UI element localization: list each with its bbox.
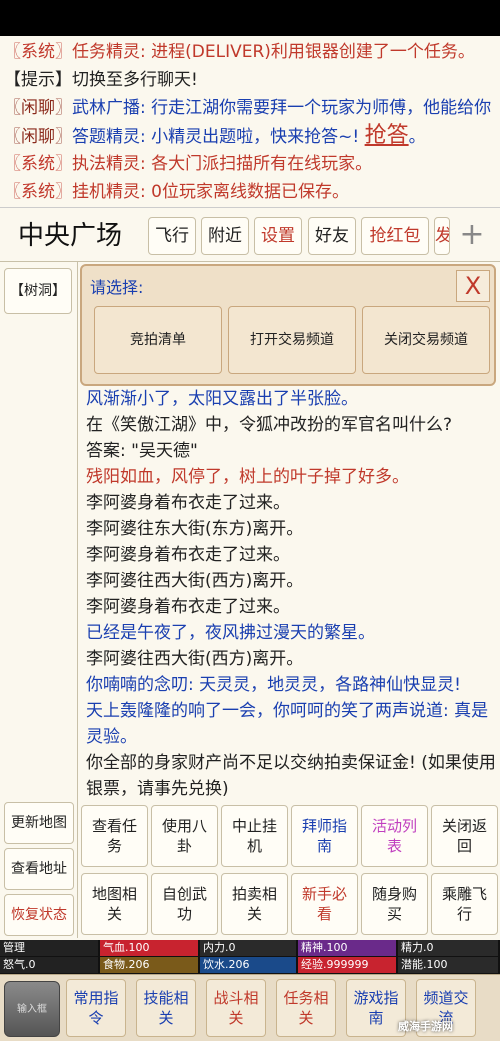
log-line: 你全部的身家财产尚不足以交纳拍卖保证金! (如果使用银票，请事先兑换) — [86, 753, 496, 799]
chat-text: 小精灵出题啦，快来抢答~! — [151, 127, 365, 147]
log-line: 李阿婆身着布衣走了过来。 — [86, 493, 290, 513]
top-button-5[interactable]: 发 — [434, 217, 450, 255]
top-button-0[interactable]: 飞行 — [148, 217, 196, 255]
chat-line: 〖系统〗执法精灵: 各大门派扫描所有在线玩家。 — [4, 150, 500, 178]
chat-text-end: 。 — [408, 127, 426, 147]
log-line: 天上轰隆隆的响了一会，你呵呵的笑了两声说道: 真是灵验。 — [86, 701, 489, 747]
nav-button-2[interactable]: 战斗相关 — [206, 979, 266, 1037]
top-button-1[interactable]: 附近 — [201, 217, 249, 255]
answer-link[interactable]: 抢答 — [365, 123, 409, 148]
chat-channel: 〖系统〗 — [4, 182, 72, 202]
log-line: 李阿婆身着布衣走了过来。 — [86, 597, 290, 617]
chat-line: 〖系统〗任务精灵: 进程(DELIVER)利用银器创建了一个任务。 — [4, 38, 500, 66]
chat-text: 进程(DELIVER)利用银器创建了一个任务。 — [151, 42, 475, 62]
command-grid: 查看任务 使用八卦 中止挂机 拜师指南 活动列表 关闭返回地图相关 自创武功 拍卖相关 新手必看… — [78, 803, 500, 937]
side-button-2[interactable]: 恢复状态 — [4, 894, 74, 936]
chat-sender: 任务精灵: — [72, 42, 152, 62]
popup-option-0[interactable]: 竞拍清单 — [94, 306, 222, 374]
stat-2: 内力.0 — [200, 940, 296, 956]
chat-text: 行走江湖你需要拜一个玩家为师傅，他能给你 — [151, 98, 492, 118]
left-column: 【树洞】 更新地图 查看地址 恢复状态 — [0, 262, 78, 938]
command-button-5[interactable]: 关闭返回 — [431, 805, 498, 867]
log-line: 已经是午夜了，夜风拂过漫天的繁星。 — [86, 623, 375, 643]
chat-text: 0位玩家离线数据已保存。 — [151, 182, 349, 202]
stats-bar: 管理 气血.100 内力.0 精神.100 精力.0 怒气.0 食物.206 饮水.206 经验… — [0, 940, 500, 974]
stat-8: 经验.999999 — [298, 957, 396, 973]
stat-4: 精力.0 — [398, 940, 498, 956]
top-button-4[interactable]: 抢红包 — [361, 217, 429, 255]
chat-line: 〖闲聊〗武林广播: 行走江湖你需要拜一个玩家为师傅，他能给你 — [4, 94, 500, 122]
command-button-8[interactable]: 拍卖相关 — [221, 873, 288, 935]
side-button-1[interactable]: 查看地址 — [4, 848, 74, 890]
command-button-9[interactable]: 新手必看 — [291, 873, 358, 935]
nav-button-3[interactable]: 任务相关 — [276, 979, 336, 1037]
watermark-logo: 威海手游网 — [398, 1020, 453, 1033]
stat-0: 管理 — [0, 940, 98, 956]
log-line: 答案: "吴天德" — [86, 441, 198, 461]
stat-3: 精神.100 — [298, 940, 396, 956]
log-line: 李阿婆往东大街(东方)离开。 — [86, 519, 304, 539]
log-line: 李阿婆往西大街(西方)离开。 — [86, 571, 304, 591]
chat-sender: 答题精灵: — [72, 127, 152, 147]
input-toggle-button[interactable]: 输入框 — [4, 981, 60, 1037]
message-log: 风渐渐小了，太阳又露出了半张脸。在《笑傲江湖》中，令狐冲改扮的军官名叫什么? 答案… — [86, 386, 496, 802]
close-icon[interactable]: X — [456, 270, 490, 302]
command-button-1[interactable]: 使用八卦 — [151, 805, 218, 867]
stat-5: 怒气.0 — [0, 957, 98, 973]
nav-button-0[interactable]: 常用指令 — [66, 979, 126, 1037]
log-line: 李阿婆身着布衣走了过来。 — [86, 545, 290, 565]
chat-sender: 执法精灵: — [72, 154, 152, 174]
chat-line: 【提示】切换至多行聊天! — [4, 66, 500, 94]
chat-channel: 〖系统〗 — [4, 42, 72, 62]
chat-text: 切换至多行聊天! — [72, 70, 198, 90]
select-popup: 请选择: X 竞拍清单 打开交易频道 关闭交易频道 — [80, 264, 496, 386]
chat-channel: 【提示】 — [4, 70, 72, 90]
command-button-4[interactable]: 活动列表 — [361, 805, 428, 867]
popup-title: 请选择: — [90, 278, 144, 297]
log-line: 李阿婆往西大街(西方)离开。 — [86, 649, 304, 669]
command-button-7[interactable]: 自创武功 — [151, 873, 218, 935]
command-button-0[interactable]: 查看任务 — [81, 805, 148, 867]
log-line: 你喃喃的念叨: 天灵灵，地灵灵，各路神仙快显灵! — [86, 675, 461, 695]
chat-line: 〖系统〗挂机精灵: 0位玩家离线数据已保存。 — [4, 178, 500, 206]
chat-channel: 〖闲聊〗 — [4, 98, 72, 118]
chat-sender: 挂机精灵: — [72, 182, 152, 202]
top-button-3[interactable]: 好友 — [308, 217, 356, 255]
command-button-10[interactable]: 随身购买 — [361, 873, 428, 935]
chat-line: 〖闲聊〗答题精灵: 小精灵出题啦，快来抢答~! 抢答。 — [4, 122, 500, 150]
log-line: 风渐渐小了，太阳又露出了半张脸。 — [86, 389, 358, 409]
plus-icon[interactable]: + — [452, 217, 492, 255]
log-line: 在《笑傲江湖》中，令狐冲改扮的军官名叫什么? — [86, 415, 453, 435]
popup-option-2[interactable]: 关闭交易频道 — [362, 306, 490, 374]
stat-1: 气血.100 — [100, 940, 198, 956]
location-bar: 中央广场 飞行附近设置好友抢红包发 + — [0, 210, 500, 262]
log-line: 残阳如血，风停了，树上的叶子掉了好多。 — [86, 467, 409, 487]
stat-9: 潜能.100 — [398, 957, 498, 973]
tree-hole-button[interactable]: 【树洞】 — [4, 268, 72, 314]
popup-option-1[interactable]: 打开交易频道 — [228, 306, 356, 374]
chat-sender: 武林广播: — [72, 98, 152, 118]
location-title: 中央广场 — [18, 221, 123, 251]
top-button-2[interactable]: 设置 — [254, 217, 302, 255]
command-button-11[interactable]: 乘雕飞行 — [431, 873, 498, 935]
nav-button-4[interactable]: 游戏指南 — [346, 979, 406, 1037]
chat-panel: 〖系统〗任务精灵: 进程(DELIVER)利用银器创建了一个任务。 【提示】切换至… — [0, 38, 500, 208]
chat-text: 各大门派扫描所有在线玩家。 — [151, 154, 373, 174]
chat-channel: 〖闲聊〗 — [4, 127, 72, 147]
nav-button-1[interactable]: 技能相关 — [136, 979, 196, 1037]
command-button-6[interactable]: 地图相关 — [81, 873, 148, 935]
command-button-2[interactable]: 中止挂机 — [221, 805, 288, 867]
side-button-0[interactable]: 更新地图 — [4, 802, 74, 844]
command-button-3[interactable]: 拜师指南 — [291, 805, 358, 867]
chat-channel: 〖系统〗 — [4, 154, 72, 174]
stat-7: 饮水.206 — [200, 957, 296, 973]
status-bar — [0, 0, 500, 36]
stat-6: 食物.206 — [100, 957, 198, 973]
